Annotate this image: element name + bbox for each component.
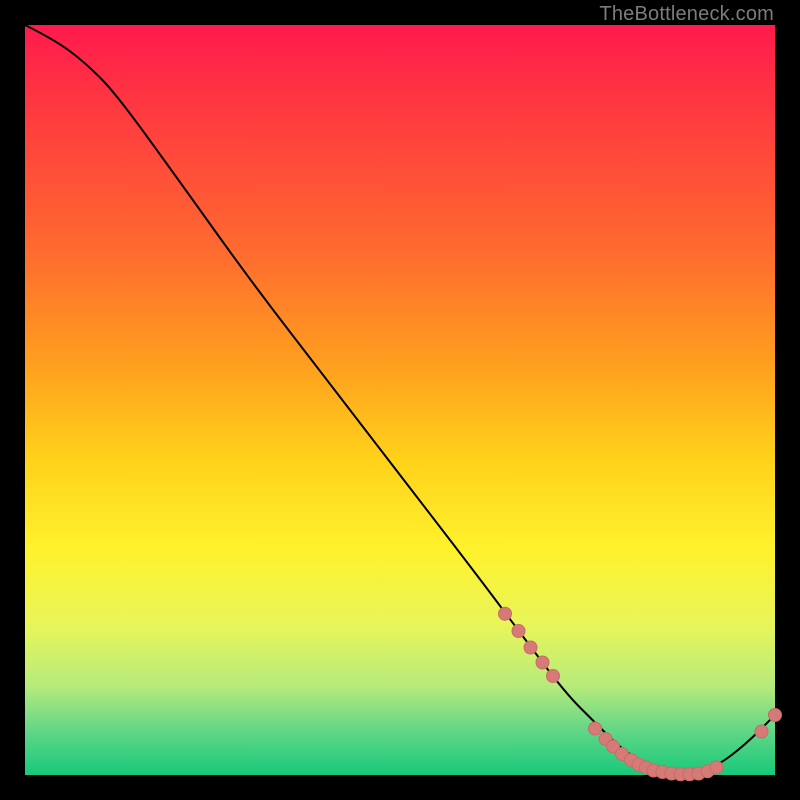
data-point [755,725,768,738]
chart-frame: TheBottleneck.com [0,0,800,800]
data-point [512,625,525,638]
attribution-label: TheBottleneck.com [599,3,774,26]
data-point [547,670,560,683]
data-point [710,761,723,774]
data-point [524,641,537,654]
data-point [499,607,512,620]
data-point [769,709,782,722]
data-point [536,656,549,669]
data-point [589,722,602,735]
curve-svg [25,25,775,775]
curve-markers [499,607,782,781]
plot-area [25,25,775,775]
bottleneck-curve [25,25,775,773]
